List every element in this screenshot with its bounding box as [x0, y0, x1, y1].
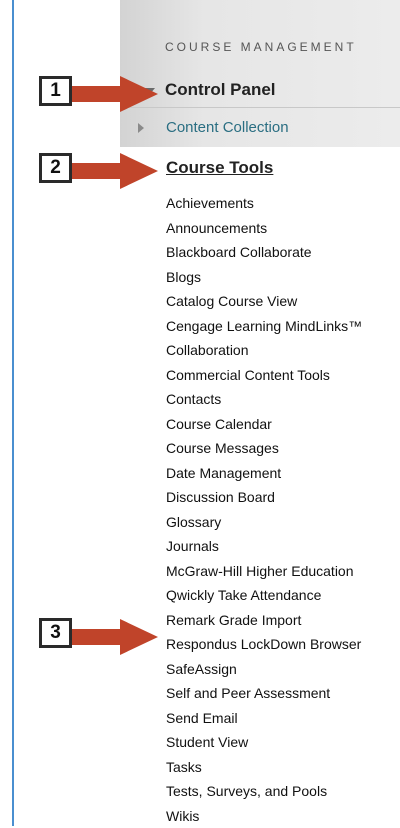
tool-item-mcgraw-hill[interactable]: McGraw-Hill Higher Education	[166, 559, 362, 584]
control-panel-label[interactable]: Control Panel	[165, 80, 276, 100]
tool-item-contacts[interactable]: Contacts	[166, 387, 362, 412]
tool-item-send-email[interactable]: Send Email	[166, 706, 362, 731]
tool-item-catalog-course-view[interactable]: Catalog Course View	[166, 289, 362, 314]
tool-item-date-management[interactable]: Date Management	[166, 461, 362, 486]
tool-item-safeassign[interactable]: SafeAssign	[166, 657, 362, 682]
callout-badge-1: 1	[39, 76, 72, 106]
tool-item-announcements[interactable]: Announcements	[166, 216, 362, 241]
tool-item-course-messages[interactable]: Course Messages	[166, 436, 362, 461]
content-collection-link[interactable]: Content Collection	[166, 119, 289, 136]
tool-item-glossary[interactable]: Glossary	[166, 510, 362, 535]
tool-item-self-peer-assessment[interactable]: Self and Peer Assessment	[166, 681, 362, 706]
course-management-header: COURSE MANAGEMENT	[165, 40, 357, 54]
callout-badge-2: 2	[39, 153, 72, 183]
callout-arrow-2-icon	[70, 151, 170, 191]
tool-item-course-calendar[interactable]: Course Calendar	[166, 412, 362, 437]
tool-item-collaboration[interactable]: Collaboration	[166, 338, 362, 363]
tool-item-tests-surveys-pools[interactable]: Tests, Surveys, and Pools	[166, 779, 362, 804]
tool-item-wikis[interactable]: Wikis	[166, 804, 362, 828]
tool-item-respondus-lockdown-browser[interactable]: Respondus LockDown Browser	[166, 632, 362, 657]
tool-item-cengage-mindlinks[interactable]: Cengage Learning MindLinks™	[166, 314, 362, 339]
tool-item-commercial-content-tools[interactable]: Commercial Content Tools	[166, 363, 362, 388]
tool-item-blogs[interactable]: Blogs	[166, 265, 362, 290]
course-tools-link[interactable]: Course Tools	[166, 158, 273, 178]
tool-item-journals[interactable]: Journals	[166, 534, 362, 559]
callout-arrow-3-icon	[70, 617, 170, 657]
panel-left-border	[12, 0, 14, 826]
tool-item-student-view[interactable]: Student View	[166, 730, 362, 755]
tool-item-blackboard-collaborate[interactable]: Blackboard Collaborate	[166, 240, 362, 265]
chevron-right-icon[interactable]	[138, 123, 144, 133]
content-collection-row[interactable]: Content Collection	[120, 112, 400, 142]
tool-item-qwickly-attendance[interactable]: Qwickly Take Attendance	[166, 583, 362, 608]
tool-item-achievements[interactable]: Achievements	[166, 191, 362, 216]
callout-badge-3: 3	[39, 618, 72, 648]
tool-item-remark-grade-import[interactable]: Remark Grade Import	[166, 608, 362, 633]
course-tools-list: Achievements Announcements Blackboard Co…	[166, 191, 362, 828]
tool-item-discussion-board[interactable]: Discussion Board	[166, 485, 362, 510]
callout-arrow-1-icon	[70, 74, 170, 114]
tool-item-tasks[interactable]: Tasks	[166, 755, 362, 780]
